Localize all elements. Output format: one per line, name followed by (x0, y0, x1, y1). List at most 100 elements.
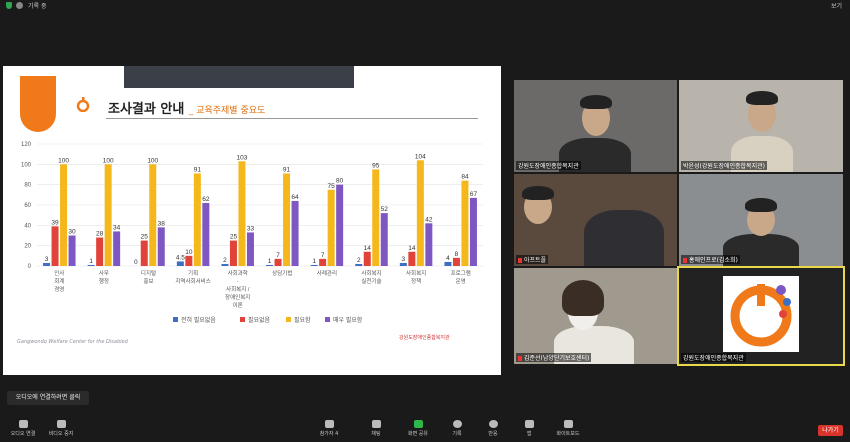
x-tick-label-line: 회계 (54, 277, 64, 285)
x-tick-label: 프로그램 운영 (451, 270, 471, 285)
data-label: 3 (45, 256, 49, 263)
meeting-toolbar: 오디오 연결 비디오 중지 참가자 4 채팅 화면 공유 기록 반응 앱 화이트… (0, 418, 850, 442)
legend-swatch (325, 317, 330, 322)
participant-tile-3[interactable]: 아프트플 (514, 174, 677, 266)
share-screen-icon (413, 420, 423, 428)
data-label: 38 (158, 220, 166, 227)
legend-swatch (286, 317, 291, 322)
participant-tile-2[interactable]: 박윤성(강원도장애인종합복지관) (679, 80, 843, 172)
bar (461, 180, 469, 266)
view-button[interactable]: 보기 (831, 1, 842, 10)
x-tick-label: 상담기법 (272, 269, 292, 277)
bar-chart: 02040608010012033910030인사 회계 경영12810034사무 행… (21, 142, 483, 324)
bar (416, 160, 424, 266)
data-label: 91 (283, 166, 291, 173)
x-tick-label-line: 사회과학 (228, 269, 248, 277)
audio-connect-tooltip[interactable]: 오디오에 연결하려면 클릭 (7, 391, 89, 405)
participants-button[interactable]: 참가자 4 (306, 420, 352, 437)
data-label: 2 (357, 257, 361, 264)
data-label: 8 (455, 251, 459, 258)
record-icon (452, 420, 462, 428)
apps-icon (524, 420, 534, 428)
bar (149, 164, 157, 266)
legend-label: 전혀 필요없음 (181, 316, 216, 324)
bar (238, 161, 246, 266)
bar (336, 184, 344, 266)
bar (310, 264, 318, 266)
data-label: 1 (89, 258, 93, 265)
data-label: 75 (328, 183, 336, 190)
y-tick-label: 0 (28, 264, 32, 270)
x-tick-label-line: 홍보 (143, 277, 153, 285)
data-label: 104 (415, 153, 426, 160)
data-label: 91 (194, 166, 202, 173)
data-label: 3 (402, 256, 406, 263)
participant-tile-4[interactable]: 홍애인프로(김소희) (679, 174, 843, 266)
data-label: 4 (446, 255, 450, 262)
data-label: 4.5 (176, 254, 185, 261)
x-tick-label-line: 이론 (233, 301, 243, 309)
bar (444, 261, 452, 266)
slide-title: 조사결과 안내 _ 교육주제별 중요도 (108, 98, 265, 117)
data-label: 7 (321, 252, 325, 259)
whiteboard-button[interactable]: 화이트보드 (545, 420, 591, 437)
bar (157, 227, 165, 266)
x-tick-label: 사회복지 실천기술 (361, 269, 381, 285)
data-label: 67 (470, 191, 478, 198)
participant-tile-5[interactable]: 김준선(남양단기보호센터) (514, 268, 677, 364)
bar (408, 251, 416, 266)
share-header-bar (124, 66, 354, 88)
bar (176, 261, 184, 266)
stop-video-button[interactable]: 비디오 중지 (38, 420, 84, 437)
x-tick-label-line: 사례관리 (317, 269, 337, 277)
headphones-icon (18, 420, 28, 428)
muted-mic-icon (518, 258, 522, 263)
slide-subtitle: _ 교육주제별 중요도 (188, 106, 266, 116)
bar (68, 235, 76, 266)
x-tick-label: 사무 행정 (99, 269, 109, 285)
participant-name-label: 아프트플 (516, 255, 549, 264)
participant-body (584, 210, 664, 266)
x-tick-label-line: 프로그램 (451, 270, 471, 277)
bar (291, 200, 299, 266)
security-shield-icon[interactable] (6, 2, 12, 9)
participant-name-label: 강원도장애인종합복지관 (516, 161, 581, 170)
data-label: 1 (268, 258, 272, 265)
data-label: 7 (276, 252, 280, 259)
x-tick-label-line: 사무 (99, 269, 109, 277)
x-tick-label: 사회복지 정책 (406, 269, 426, 285)
recording-indicator[interactable]: 기록 중 (28, 1, 46, 10)
bar (193, 173, 201, 266)
bar (185, 255, 193, 266)
data-label: 84 (461, 174, 469, 181)
leave-meeting-button[interactable]: 나가기 (818, 425, 843, 436)
y-tick-label: 40 (24, 223, 31, 229)
whiteboard-icon (563, 420, 573, 428)
y-tick-label: 60 (24, 203, 31, 209)
chat-button[interactable]: 채팅 (353, 420, 399, 437)
bar (452, 257, 460, 266)
welfare-center-logo-icon (723, 276, 799, 352)
bar (221, 263, 229, 266)
bar (51, 226, 59, 266)
info-icon[interactable] (16, 2, 23, 9)
participant-tile-6[interactable]: 강원도장애인종합복지관 (677, 266, 845, 366)
data-label: 100 (103, 157, 114, 164)
x-tick-label-line: 사회복지 (406, 269, 426, 277)
bar (96, 237, 104, 266)
x-tick-label: 인사 회계 경영 (54, 269, 64, 293)
x-tick-label-line: 인사 (54, 269, 64, 277)
bar (327, 189, 335, 266)
legend-swatch (240, 317, 245, 322)
participant-tile-1[interactable]: 강원도장애인종합복지관 (514, 80, 677, 172)
legend-swatch (173, 317, 178, 322)
x-tick-label-line: 실천기술 (361, 277, 381, 285)
x-tick-label-line: 상담기법 (272, 269, 292, 277)
legend-label: 매우 필요함 (333, 316, 363, 324)
x-tick-label: 사회과학 -사회복지 / 장애인복지 이론 (225, 269, 250, 309)
data-label: 1 (312, 258, 316, 265)
legend-label: 필요없음 (248, 316, 271, 324)
x-tick-label-line: 지역사회서비스 (175, 277, 210, 285)
bar (229, 240, 237, 266)
x-tick-label-line: 정책 (411, 277, 421, 285)
